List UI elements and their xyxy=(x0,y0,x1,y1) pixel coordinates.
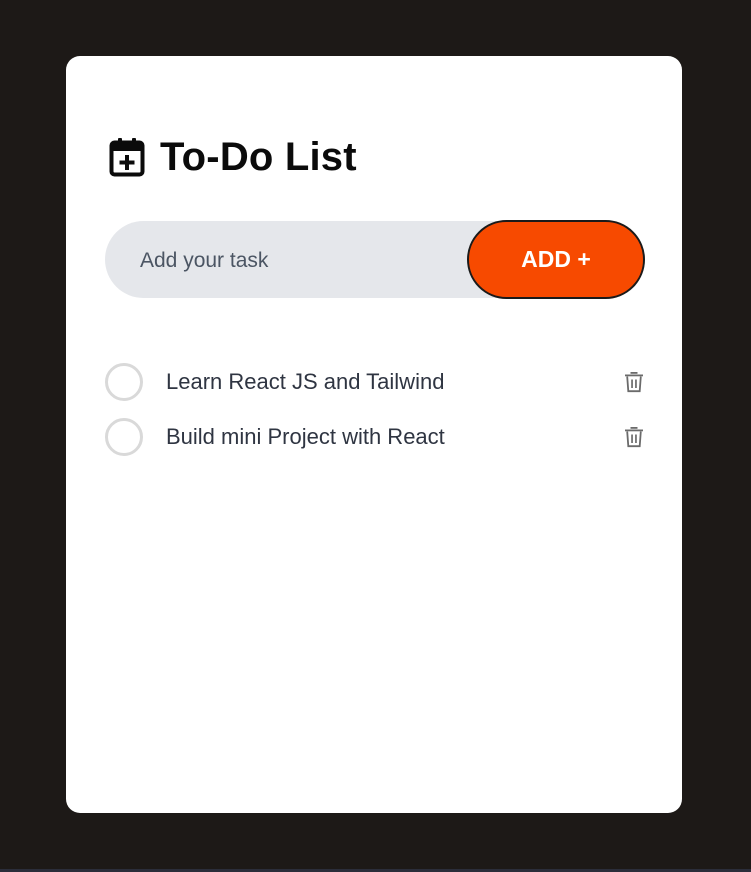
todo-item: Build mini Project with React xyxy=(105,409,646,464)
app-page: To-Do List ADD + Learn React JS and Tail… xyxy=(0,0,751,872)
todo-checkbox[interactable] xyxy=(105,417,143,456)
todo-list: Learn React JS and Tailwind Build mini P… xyxy=(105,354,646,464)
trash-icon[interactable] xyxy=(622,369,646,395)
todo-text[interactable]: Build mini Project with React xyxy=(166,424,622,450)
task-input[interactable] xyxy=(138,221,462,300)
card-header: To-Do List xyxy=(108,136,357,178)
calendar-plus-icon xyxy=(108,136,146,178)
todo-item: Learn React JS and Tailwind xyxy=(105,354,646,409)
todo-checkbox[interactable] xyxy=(105,362,143,401)
add-task-form: ADD + xyxy=(105,220,645,300)
trash-icon[interactable] xyxy=(622,424,646,450)
todo-card: To-Do List ADD + Learn React JS and Tail… xyxy=(66,56,682,813)
page-title: To-Do List xyxy=(160,135,357,179)
add-task-button[interactable]: ADD + xyxy=(467,220,645,299)
todo-text[interactable]: Learn React JS and Tailwind xyxy=(166,369,622,395)
